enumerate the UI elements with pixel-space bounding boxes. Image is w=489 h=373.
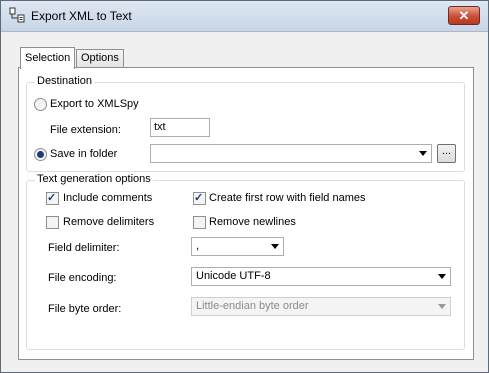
remove-newlines-checkbox[interactable] (193, 216, 206, 229)
file-extension-label: File extension: (50, 124, 121, 136)
text-generation-options-group: Text generation options Include comments… (26, 173, 465, 350)
remove-delimiters-label: Remove delimiters (63, 216, 155, 228)
close-button[interactable]: ✕ (448, 6, 480, 25)
remove-delimiters-checkbox[interactable] (46, 216, 59, 229)
export-text-icon (9, 7, 25, 23)
file-encoding-select[interactable]: Unicode UTF-8 (191, 267, 451, 286)
file-byte-order-value: Little-endian byte order (196, 300, 309, 312)
export-to-xmlspy-label: Export to XMLSpy (50, 98, 139, 110)
chevron-down-icon (271, 244, 279, 249)
field-delimiter-value: , (196, 240, 200, 252)
file-byte-order-select[interactable]: Little-endian byte order (191, 297, 451, 316)
export-to-xmlspy-radio[interactable] (34, 98, 47, 111)
browse-button[interactable]: ... (437, 144, 456, 163)
save-in-folder-label: Save in folder (50, 148, 118, 160)
include-comments-checkbox[interactable] (46, 191, 59, 205)
options-group-title: Text generation options (35, 173, 153, 185)
chevron-down-icon (438, 304, 446, 309)
window-title: Export XML to Text (31, 9, 132, 23)
file-byte-order-label: File byte order: (48, 303, 122, 315)
create-first-row-label: Create first row with field names (209, 192, 366, 204)
file-encoding-value: Unicode UTF-8 (196, 270, 271, 282)
destination-group: Destination Export to XMLSpy File extens… (26, 75, 465, 172)
export-dialog: Export XML to Text ✕ Selection Options D… (0, 0, 489, 373)
include-comments-label: Include comments (63, 192, 153, 204)
chevron-down-icon (419, 151, 427, 156)
tab-selection[interactable]: Selection (20, 47, 76, 69)
folder-select[interactable] (150, 144, 432, 163)
file-encoding-label: File encoding: (48, 272, 117, 284)
tab-panel: Destination Export to XMLSpy File extens… (18, 67, 474, 360)
field-delimiter-label: Field delimiter: (48, 242, 120, 254)
tab-options[interactable]: Options (76, 49, 124, 68)
create-first-row-checkbox[interactable] (193, 191, 206, 205)
chevron-down-icon (438, 274, 446, 279)
save-in-folder-radio[interactable] (34, 148, 47, 161)
remove-newlines-label: Remove newlines (209, 216, 296, 228)
file-extension-field[interactable]: txt (150, 118, 210, 137)
field-delimiter-select[interactable]: , (191, 237, 284, 256)
close-icon: ✕ (458, 8, 470, 23)
destination-group-title: Destination (35, 75, 95, 87)
title-bar[interactable]: Export XML to Text ✕ (1, 1, 488, 32)
